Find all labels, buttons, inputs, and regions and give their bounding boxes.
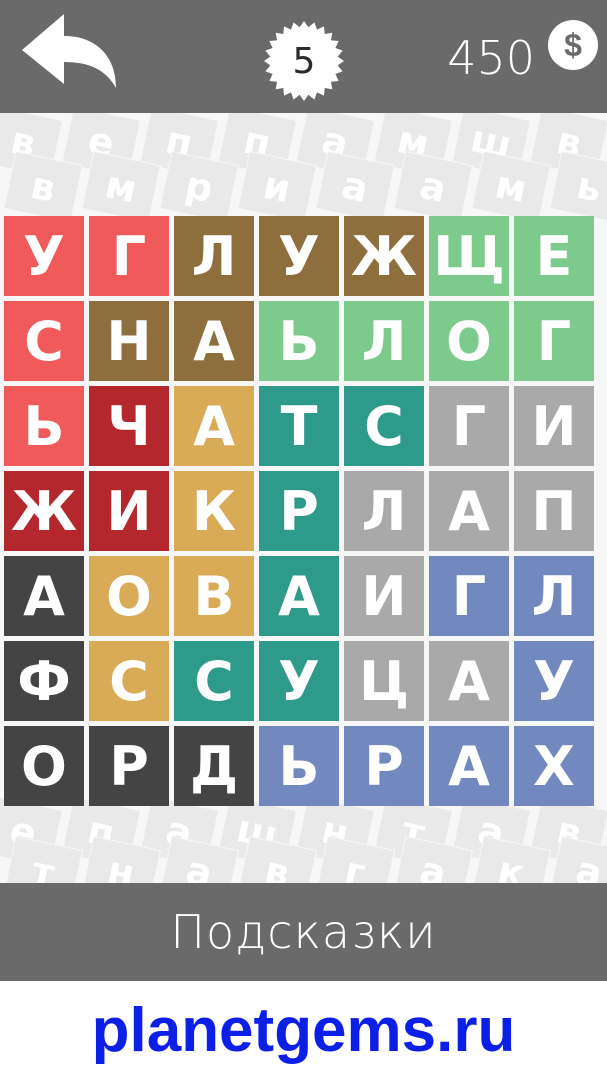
- letter-tile[interactable]: О: [429, 301, 509, 381]
- letter-tile[interactable]: Г: [514, 301, 594, 381]
- letter-tile[interactable]: А: [429, 471, 509, 551]
- letter-tile[interactable]: Р: [344, 726, 424, 806]
- hints-button[interactable]: Подсказки: [0, 883, 607, 981]
- letter-tile[interactable]: В: [174, 556, 254, 636]
- watermark: planetgems.ru: [0, 981, 607, 1080]
- letter-tile[interactable]: Т: [259, 386, 339, 466]
- letter-tile[interactable]: Г: [89, 216, 169, 296]
- letter-tile[interactable]: Л: [514, 556, 594, 636]
- letter-tile[interactable]: У: [259, 641, 339, 721]
- letter-tile[interactable]: С: [89, 641, 169, 721]
- letter-tile[interactable]: Ц: [344, 641, 424, 721]
- coins-count: 450: [447, 31, 535, 85]
- back-button[interactable]: [18, 8, 120, 96]
- letter-tile[interactable]: С: [4, 301, 84, 381]
- top-bar: 5 450 $: [0, 0, 607, 113]
- letter-tile[interactable]: А: [429, 641, 509, 721]
- letter-tile[interactable]: Г: [429, 386, 509, 466]
- level-number: 5: [292, 40, 316, 82]
- letter-tile[interactable]: Ж: [344, 216, 424, 296]
- watermark-text: planetgems.ru: [91, 996, 516, 1065]
- letter-tile[interactable]: Ь: [259, 301, 339, 381]
- letter-tile[interactable]: О: [89, 556, 169, 636]
- dollar-coin-icon[interactable]: $: [548, 20, 598, 70]
- letter-tile[interactable]: А: [259, 556, 339, 636]
- letter-tile[interactable]: С: [344, 386, 424, 466]
- letter-tile[interactable]: О: [4, 726, 84, 806]
- letter-tile[interactable]: И: [514, 386, 594, 466]
- letter-tile[interactable]: Д: [174, 726, 254, 806]
- letter-tile[interactable]: Х: [514, 726, 594, 806]
- letter-tile[interactable]: У: [514, 641, 594, 721]
- letter-tile[interactable]: Л: [174, 216, 254, 296]
- letter-tile[interactable]: А: [4, 556, 84, 636]
- coin-symbol: $: [564, 26, 582, 63]
- letter-tile[interactable]: П: [514, 471, 594, 551]
- letter-tile[interactable]: И: [344, 556, 424, 636]
- level-badge: 5: [263, 20, 345, 102]
- letter-tile[interactable]: Р: [259, 471, 339, 551]
- letter-tile[interactable]: Л: [344, 471, 424, 551]
- letter-tile[interactable]: С: [174, 641, 254, 721]
- letter-tile[interactable]: Е: [514, 216, 594, 296]
- letter-tile[interactable]: Ж: [4, 471, 84, 551]
- letter-tile[interactable]: Н: [89, 301, 169, 381]
- letter-tile[interactable]: Г: [429, 556, 509, 636]
- letter-tile[interactable]: И: [89, 471, 169, 551]
- letter-tile[interactable]: А: [174, 386, 254, 466]
- letter-tile[interactable]: Ф: [4, 641, 84, 721]
- letter-tile[interactable]: А: [429, 726, 509, 806]
- back-arrow-icon: [22, 14, 116, 88]
- letter-tile[interactable]: А: [174, 301, 254, 381]
- letter-tile[interactable]: У: [4, 216, 84, 296]
- letter-tile[interactable]: Ь: [259, 726, 339, 806]
- letter-tile[interactable]: Р: [89, 726, 169, 806]
- letter-grid: УГЛУЖЩЕСНАЬЛОГЬЧАТСГИЖИКРЛАПАОВАИГЛФССУЦ…: [4, 216, 594, 806]
- letter-tile[interactable]: Ь: [4, 386, 84, 466]
- letter-tile[interactable]: Л: [344, 301, 424, 381]
- letter-tile[interactable]: Щ: [429, 216, 509, 296]
- hints-label: Подсказки: [170, 905, 437, 959]
- game-board: веппамшввмриаамьепашнтавтнавгака УГЛУЖЩЕ…: [0, 113, 607, 883]
- letter-tile[interactable]: К: [174, 471, 254, 551]
- letter-tile[interactable]: У: [259, 216, 339, 296]
- letter-tile[interactable]: Ч: [89, 386, 169, 466]
